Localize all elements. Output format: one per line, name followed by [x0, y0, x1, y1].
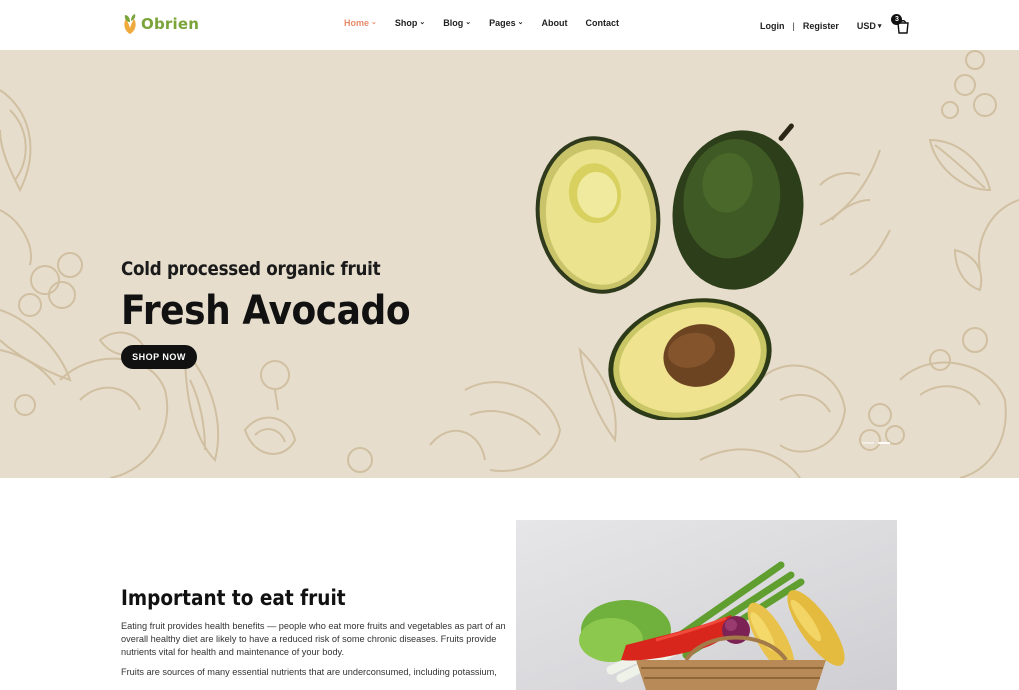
currency-value: USD — [856, 21, 876, 31]
nav-contact[interactable]: Contact — [586, 18, 620, 28]
shop-now-button[interactable]: SHOP NOW — [121, 345, 197, 369]
chevron-down-icon: ⌄ — [419, 19, 426, 26]
register-link[interactable]: Register — [803, 21, 839, 31]
caret-down-icon: ▾ — [877, 23, 882, 30]
main-nav: Home ⌄ Shop ⌄ Blog ⌄ Pages ⌄ About Conta… — [344, 18, 619, 28]
login-link[interactable]: Login — [760, 21, 785, 31]
hero-title: Fresh Avocado — [121, 288, 411, 334]
brand-logo[interactable]: Obrien — [121, 13, 199, 35]
currency-select[interactable]: USD ▾ — [857, 21, 882, 31]
nav-pages[interactable]: Pages ⌄ — [489, 18, 523, 28]
nav-home[interactable]: Home ⌄ — [344, 18, 377, 28]
chevron-down-icon: ⌄ — [371, 19, 377, 26]
brand-name: Obrien — [141, 15, 200, 33]
about-paragraph-1: Eating fruit provides health benefits — … — [121, 621, 506, 657]
about-title: Important to eat fruit — [121, 586, 346, 610]
nav-blog-label: Blog — [443, 18, 464, 28]
nav-blog[interactable]: Blog ⌄ — [443, 18, 471, 28]
nav-contact-label: Contact — [585, 18, 620, 28]
chevron-down-icon: ⌄ — [517, 19, 524, 26]
nav-shop[interactable]: Shop ⌄ — [395, 18, 425, 28]
chevron-down-icon: ⌄ — [465, 19, 472, 26]
account-bar: Login | Register USD ▾ 3 — [760, 14, 911, 34]
site-header: Obrien Home ⌄ Shop ⌄ Blog ⌄ Pages ⌄ Abou… — [0, 0, 1019, 50]
avocado-image — [535, 123, 804, 420]
cart-button[interactable]: 3 — [891, 14, 911, 34]
vegetable-basket-image — [516, 520, 897, 690]
leaf-logo-icon — [121, 13, 139, 35]
nav-about[interactable]: About — [542, 18, 568, 28]
account-separator: | — [792, 21, 795, 31]
about-paragraph-2: Fruits are sources of many essential nut… — [121, 667, 497, 677]
nav-shop-label: Shop — [394, 18, 418, 28]
hero-subtitle: Cold processed organic fruit — [121, 258, 381, 280]
nav-home-label: Home — [344, 18, 370, 28]
nav-about-label: About — [541, 18, 568, 28]
nav-pages-label: Pages — [489, 18, 516, 28]
slide-dot-1[interactable] — [862, 442, 874, 444]
slide-dot-2[interactable] — [878, 442, 890, 444]
slider-pagination — [862, 442, 890, 444]
hero-slider: Cold processed organic fruit Fresh Avoca… — [0, 50, 1019, 478]
